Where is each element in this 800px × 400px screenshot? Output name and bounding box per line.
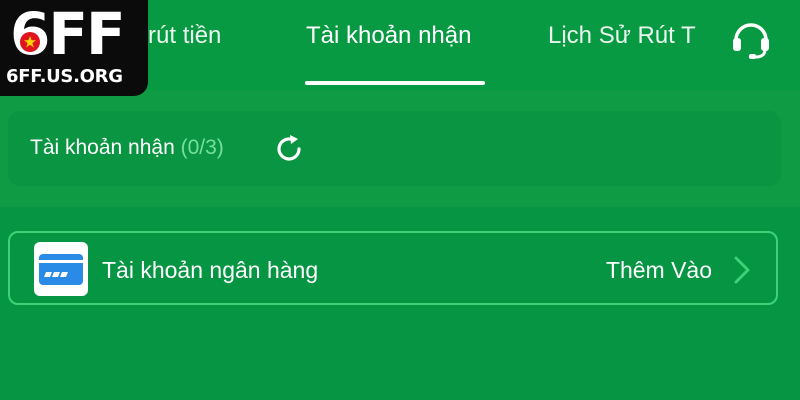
site-logo: 6FF 6FF.US.ORG [0, 0, 148, 96]
receiving-accounts-card: Tài khoản nhận (0/3) [8, 111, 781, 186]
add-bank-account-button[interactable]: Thêm Vào [606, 257, 712, 284]
active-tab-indicator [305, 81, 485, 85]
receiving-accounts-title: Tài khoản nhận (0/3) [30, 136, 224, 159]
tab-withdraw-history[interactable]: Lịch Sử Rút T [548, 22, 706, 50]
headset-icon[interactable] [728, 16, 774, 62]
bank-account-label: Tài khoản ngân hàng [102, 257, 319, 283]
bank-card-icon [34, 242, 88, 296]
flag-icon [20, 32, 40, 52]
tab-receiving-account[interactable]: Tài khoản nhận [306, 22, 471, 50]
account-count: (0/3) [180, 136, 224, 159]
refresh-icon[interactable] [272, 134, 306, 164]
bank-account-row[interactable]: Tài khoản ngân hàng Thêm Vào [8, 231, 778, 305]
chevron-right-icon[interactable] [732, 255, 752, 285]
logo-domain: 6FF.US.ORG [6, 66, 123, 87]
